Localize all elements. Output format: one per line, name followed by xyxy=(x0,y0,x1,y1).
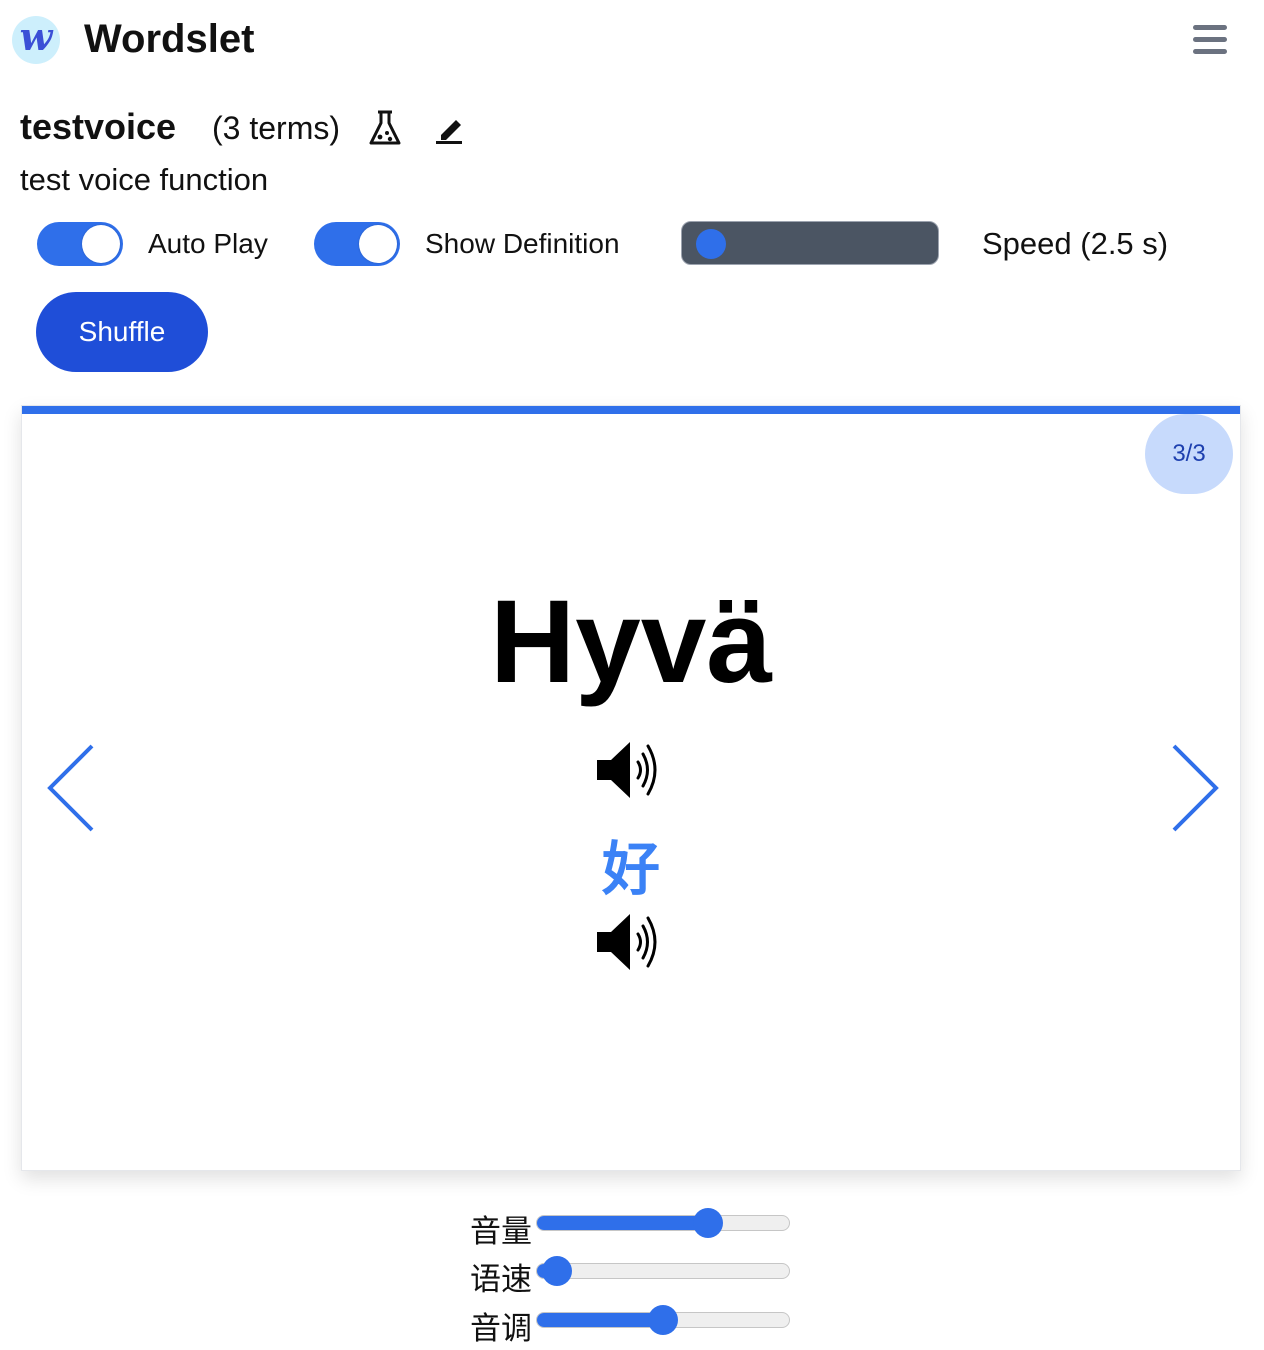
speed-label: Speed (2.5 s) xyxy=(982,226,1169,261)
show-definition-toggle[interactable] xyxy=(314,222,400,266)
term-count: (3 terms) xyxy=(212,110,340,146)
rate-slider-thumb[interactable] xyxy=(542,1256,573,1286)
app-name[interactable]: Wordslet xyxy=(84,17,254,62)
top-bar: w Wordslet xyxy=(0,0,1264,82)
shuffle-button[interactable]: Shuffle xyxy=(36,292,208,372)
card-definition: 好 xyxy=(601,837,660,902)
rate-control: 语速 xyxy=(470,1250,792,1297)
chevron-left-icon[interactable] xyxy=(44,742,100,834)
card-term: Hyvä xyxy=(489,576,773,708)
rate-label: 语速 xyxy=(470,1262,532,1297)
card-progress-bar xyxy=(22,406,1240,414)
pitch-slider-thumb[interactable] xyxy=(648,1305,678,1335)
speaker-icon[interactable] xyxy=(594,736,668,804)
toggle-knob xyxy=(82,225,120,263)
flashcard[interactable]: 3/3 Hyvä 好 xyxy=(21,405,1241,1171)
toggle-knob xyxy=(359,225,397,263)
volume-slider[interactable] xyxy=(536,1208,790,1238)
card-counter-badge: 3/3 xyxy=(1145,414,1233,494)
speaker-icon[interactable] xyxy=(594,908,668,976)
pitch-slider[interactable] xyxy=(536,1305,790,1335)
hamburger-menu-icon[interactable] xyxy=(1188,20,1232,60)
card-progress-fill xyxy=(22,406,1240,414)
volume-control: 音量 xyxy=(470,1202,792,1249)
pitch-control: 音调 xyxy=(470,1299,792,1346)
pitch-slider-fill xyxy=(537,1313,663,1327)
volume-slider-thumb[interactable] xyxy=(693,1208,724,1238)
pitch-label: 音调 xyxy=(470,1311,532,1346)
pencil-icon[interactable] xyxy=(432,110,468,146)
auto-play-label: Auto Play xyxy=(148,228,268,259)
rate-slider[interactable] xyxy=(536,1256,790,1286)
wordslet-logo-icon[interactable]: w xyxy=(12,16,60,64)
flask-icon[interactable] xyxy=(366,108,404,148)
chevron-right-icon[interactable] xyxy=(1166,742,1222,834)
set-description: test voice function xyxy=(20,162,269,197)
set-title: testvoice xyxy=(20,106,177,147)
volume-slider-fill xyxy=(537,1216,709,1230)
speed-slider[interactable] xyxy=(681,221,939,265)
speed-slider-thumb[interactable] xyxy=(696,229,726,259)
volume-label: 音量 xyxy=(470,1214,532,1249)
auto-play-toggle[interactable] xyxy=(37,222,123,266)
show-definition-label: Show Definition xyxy=(425,228,620,259)
